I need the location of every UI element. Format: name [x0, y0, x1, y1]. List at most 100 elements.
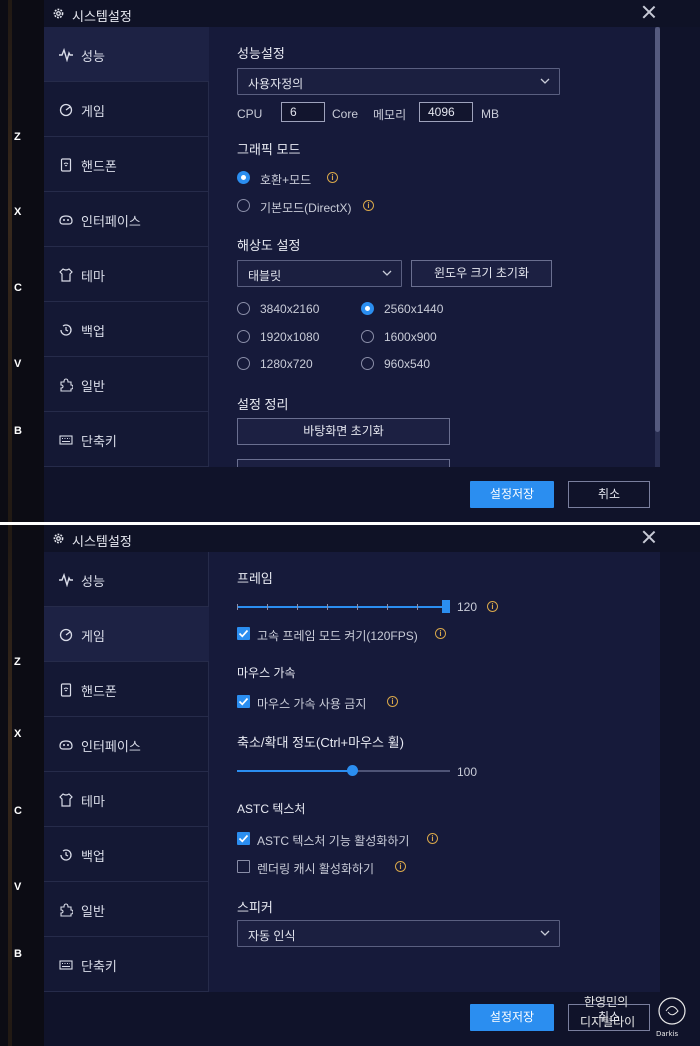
info-icon[interactable]: i [427, 833, 438, 844]
info-icon[interactable]: i [487, 601, 498, 612]
high-frame-label: 고속 프레임 모드 켜기(120FPS) [257, 629, 418, 643]
render-cache-checkbox[interactable] [237, 860, 250, 873]
high-frame-checkbox[interactable] [237, 627, 250, 640]
sidebar-item-phone[interactable]: 핸드폰 [44, 137, 209, 192]
reset-desktop-button[interactable]: 바탕화면 초기화 [237, 418, 450, 445]
close-icon[interactable] [642, 530, 656, 544]
cpu-label: CPU [237, 107, 263, 121]
left-hotkey-strip: Z X C V B [0, 525, 44, 1046]
save-button[interactable]: 설정저장 [470, 1004, 554, 1031]
graphics-mode-directx-radio[interactable] [237, 199, 250, 212]
hotkey-z: Z [14, 656, 21, 668]
memory-label: 메모리 [373, 108, 407, 122]
hotkey-v: V [14, 881, 22, 893]
resolution-radio-3840[interactable] [237, 302, 250, 315]
resolution-radio-960[interactable] [361, 357, 374, 370]
mouse-accel-checkbox[interactable] [237, 695, 250, 708]
phone-icon [60, 683, 72, 697]
info-icon[interactable]: i [395, 861, 406, 872]
sidebar-item-label: 백업 [81, 849, 105, 864]
mb-label: MB [481, 107, 499, 121]
info-icon[interactable]: i [387, 696, 398, 707]
sidebar-item-game[interactable]: 게임 [44, 82, 209, 137]
sidebar-item-performance[interactable]: 성능 [44, 27, 209, 82]
scrollbar-thumb[interactable] [655, 27, 660, 432]
resolution-radio-1600[interactable] [361, 330, 374, 343]
pulse-icon [59, 48, 73, 62]
sidebar-item-general[interactable]: 일반 [44, 357, 209, 412]
hotkey-b: B [14, 425, 22, 437]
select-value: 사용자정의 [248, 77, 304, 91]
resolution-radio-1920[interactable] [237, 330, 250, 343]
performance-settings-title: 성능설정 [237, 46, 285, 61]
info-icon[interactable]: i [327, 172, 338, 183]
cpu-input[interactable]: 6 [281, 102, 325, 122]
mouse-accel-title: 마우스 가속 [237, 666, 296, 680]
frame-slider-fill [237, 606, 446, 608]
scrollbar[interactable] [655, 27, 660, 467]
sidebar-item-theme[interactable]: 테마 [44, 772, 209, 827]
sidebar-item-game[interactable]: 게임 [44, 607, 209, 662]
puzzle-icon [60, 378, 73, 392]
shirt-icon [59, 793, 73, 807]
hotkey-c: C [14, 805, 22, 817]
sidebar-item-phone[interactable]: 핸드폰 [44, 662, 209, 717]
sidebar-item-general[interactable]: 일반 [44, 882, 209, 937]
sidebar-item-label: 일반 [81, 379, 105, 394]
gamepad-icon [59, 628, 73, 642]
window-title: 시스템설정 [72, 534, 132, 549]
sidebar-item-backup[interactable]: 백업 [44, 302, 209, 357]
sidebar-item-label: 인터페이스 [81, 739, 141, 754]
astc-checkbox[interactable] [237, 832, 250, 845]
performance-preset-select[interactable]: 사용자정의 [237, 68, 560, 95]
save-button[interactable]: 설정저장 [470, 481, 554, 508]
close-icon[interactable] [642, 5, 656, 19]
interface-icon [59, 740, 73, 750]
mouse-accel-label: 마우스 가속 사용 금지 [257, 697, 367, 711]
sidebar-item-shortcuts[interactable]: 단축키 [44, 937, 209, 992]
interface-icon [59, 215, 73, 225]
zoom-title: 축소/확대 정도(Ctrl+마우스 휠) [237, 735, 404, 750]
speaker-select[interactable]: 자동 인식 [237, 920, 560, 947]
hotkey-c: C [14, 282, 22, 294]
cancel-button[interactable]: 취소 [568, 481, 650, 508]
sidebar-item-shortcuts[interactable]: 단축키 [44, 412, 209, 467]
partial-button[interactable] [237, 459, 450, 467]
frame-slider-handle[interactable] [442, 600, 450, 613]
info-icon[interactable]: i [363, 200, 374, 211]
gear-icon [53, 533, 64, 544]
select-value: 태블릿 [248, 269, 282, 283]
content-right-pad [660, 27, 700, 467]
sidebar-item-backup[interactable]: 백업 [44, 827, 209, 882]
chevron-down-icon [540, 78, 550, 84]
graphics-mode-compat-radio[interactable] [237, 171, 250, 184]
chevron-down-icon [382, 270, 392, 276]
sidebar-item-interface[interactable]: 인터페이스 [44, 717, 209, 772]
sidebar: 성능 게임 핸드폰 인터페이스 테마 백업 일반 단축키 [44, 552, 209, 992]
astc-label: ASTC 텍스처 기능 활성화하기 [257, 834, 410, 848]
info-icon[interactable]: i [435, 628, 446, 639]
reset-window-size-button[interactable]: 윈도우 크기 초기화 [411, 260, 552, 287]
hotkey-z: Z [14, 131, 21, 143]
resolution-title: 해상도 설정 [237, 238, 301, 253]
sidebar-item-label: 백업 [81, 324, 105, 339]
sidebar-item-performance[interactable]: 성능 [44, 552, 209, 607]
settings-window-performance: 시스템설정 성능 게임 핸드폰 인터페이스 테마 백업 일반 단축키 성능설정 … [44, 0, 700, 522]
settings-window-game: 시스템설정 성능 게임 핸드폰 인터페이스 테마 백업 일반 단축키 프레임 1… [44, 525, 700, 1046]
sidebar-item-label: 핸드폰 [81, 159, 117, 174]
resolution-preset-select[interactable]: 태블릿 [237, 260, 402, 287]
zoom-slider-handle[interactable] [347, 765, 358, 776]
zoom-slider[interactable] [237, 765, 450, 776]
frame-value: 120 [457, 600, 478, 614]
sidebar-item-label: 인터페이스 [81, 214, 141, 229]
render-cache-label: 렌더링 캐시 활성화하기 [257, 862, 375, 876]
sidebar-item-theme[interactable]: 테마 [44, 247, 209, 302]
resolution-radio-1280[interactable] [237, 357, 250, 370]
resolution-radio-2560[interactable] [361, 302, 374, 315]
sidebar-item-interface[interactable]: 인터페이스 [44, 192, 209, 247]
frame-slider[interactable] [237, 600, 450, 613]
memory-input[interactable]: 4096 [419, 102, 473, 122]
resolution-label: 2560x1440 [384, 302, 444, 316]
sidebar-item-label: 성능 [81, 49, 105, 64]
content-right-pad [660, 552, 700, 992]
